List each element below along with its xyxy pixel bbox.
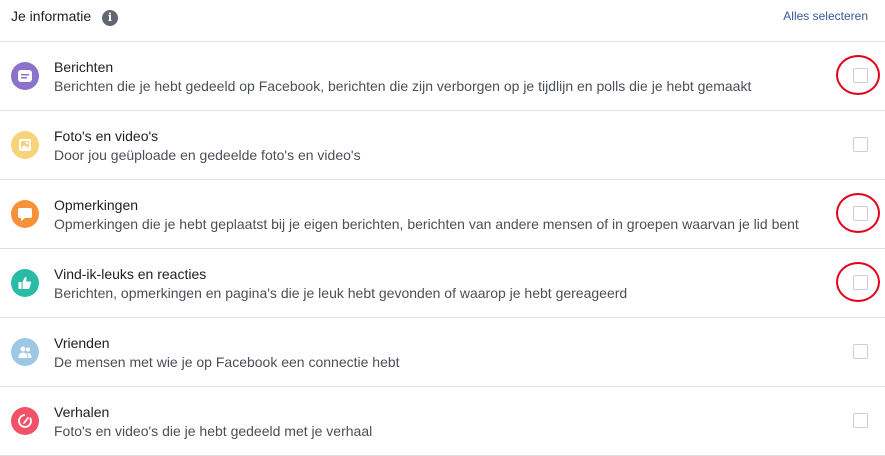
list-item-comments[interactable]: Opmerkingen Opmerkingen die je hebt gepl… (0, 180, 885, 249)
posts-checkbox[interactable] (853, 68, 868, 83)
item-name: Vrienden (54, 335, 110, 351)
item-description: Berichten die je hebt gedeeld op Faceboo… (54, 78, 752, 94)
item-description: Opmerkingen die je hebt geplaatst bij je… (54, 216, 799, 232)
list-item-posts[interactable]: Berichten Berichten die je hebt gedeeld … (0, 42, 885, 111)
select-all-link[interactable]: Alles selecteren (783, 9, 868, 23)
stories-icon (11, 407, 39, 435)
stories-checkbox[interactable] (853, 413, 868, 428)
item-description: De mensen met wie je op Facebook een con… (54, 354, 400, 370)
list-item-friends[interactable]: Vrienden De mensen met wie je op Faceboo… (0, 318, 885, 387)
friends-checkbox[interactable] (853, 344, 868, 359)
likes-checkbox[interactable] (853, 275, 868, 290)
item-name: Verhalen (54, 404, 110, 420)
photos-icon (11, 131, 39, 159)
friends-icon (11, 338, 39, 366)
info-icon[interactable]: i (102, 10, 118, 26)
list-item-stories[interactable]: Verhalen Foto's en video's die je hebt g… (0, 387, 885, 456)
section-header: Je informatie i Alles selecteren (0, 0, 885, 42)
item-name: Opmerkingen (54, 197, 139, 213)
item-description: Berichten, opmerkingen en pagina's die j… (54, 285, 628, 301)
item-name: Foto's en video's (54, 128, 159, 144)
photos-checkbox[interactable] (853, 137, 868, 152)
item-name: Vind-ik-leuks en reacties (54, 266, 207, 282)
item-description: Door jou geüploade en gedeelde foto's en… (54, 147, 361, 163)
section-title: Je informatie (11, 8, 92, 24)
comments-checkbox[interactable] (853, 206, 868, 221)
posts-icon (11, 62, 39, 90)
like-icon (11, 269, 39, 297)
list-item-likes[interactable]: Vind-ik-leuks en reacties Berichten, opm… (0, 249, 885, 318)
item-description: Foto's en video's die je hebt gedeeld me… (54, 423, 373, 439)
list-item-photos[interactable]: Foto's en video's Door jou geüploade en … (0, 111, 885, 180)
item-name: Berichten (54, 59, 114, 75)
comment-icon (11, 200, 39, 228)
